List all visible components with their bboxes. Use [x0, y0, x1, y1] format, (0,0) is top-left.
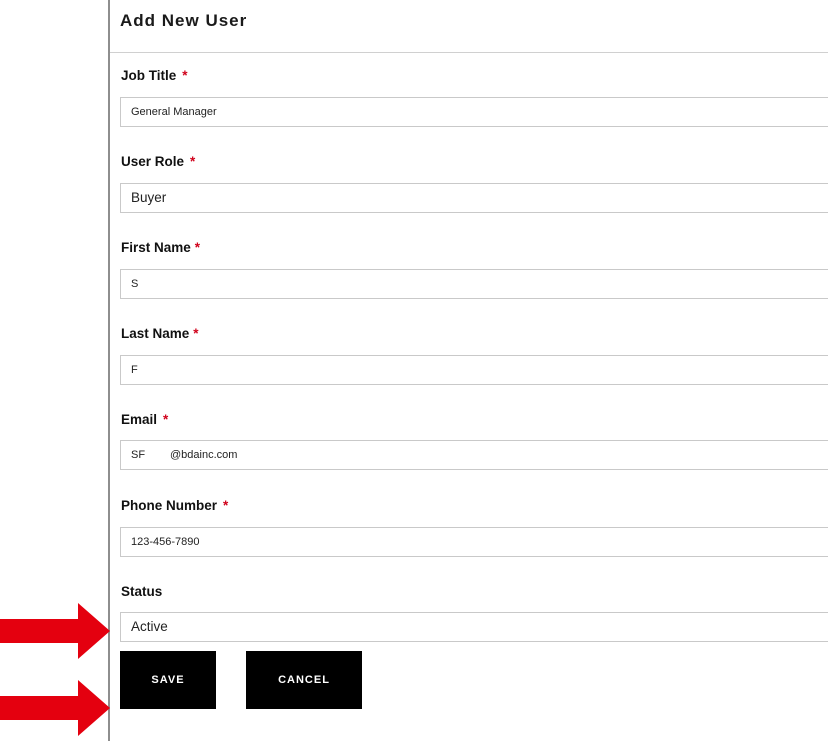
user-role-select[interactable]: Buyer ▾ — [120, 183, 828, 213]
phone-label: Phone Number * — [121, 498, 228, 513]
last-name-input[interactable]: F — [120, 355, 828, 385]
first-name-input[interactable]: S — [120, 269, 828, 299]
required-marker: * — [223, 498, 229, 513]
status-label: Status — [121, 584, 162, 599]
status-value: Active — [131, 619, 168, 634]
phone-input[interactable]: 123-456-7890 — [120, 527, 828, 557]
phone-value: 123-456-7890 — [131, 536, 200, 548]
job-title-label: Job Title * — [121, 68, 188, 83]
first-name-value: S — [131, 278, 139, 290]
job-title-value: General Manager — [131, 106, 217, 118]
last-name-value: F — [131, 364, 138, 376]
save-button[interactable]: SAVE — [120, 651, 216, 709]
required-marker: * — [163, 412, 169, 427]
required-marker: * — [182, 68, 188, 83]
email-value-local: SF — [131, 449, 146, 461]
job-title-label-text: Job Title — [121, 68, 177, 83]
add-user-panel: Add New User Job Title * General Manager … — [108, 0, 828, 741]
email-label-text: Email — [121, 412, 158, 427]
email-label: Email * — [121, 412, 168, 427]
first-name-label: First Name * — [121, 240, 200, 255]
last-name-label: Last Name * — [121, 326, 199, 341]
job-title-input[interactable]: General Manager — [120, 97, 828, 127]
required-marker: * — [190, 154, 196, 169]
cancel-button[interactable]: CANCEL — [246, 651, 362, 709]
required-marker: * — [194, 240, 201, 255]
phone-label-text: Phone Number — [121, 498, 218, 513]
title-divider — [110, 52, 828, 53]
red-arrow-icon — [0, 680, 110, 736]
first-name-label-text: First Name — [121, 240, 191, 255]
user-role-value: Buyer — [131, 190, 167, 205]
required-marker: * — [193, 326, 199, 341]
email-value-domain: @bdainc.com — [170, 449, 238, 461]
last-name-label-text: Last Name — [121, 326, 190, 341]
status-label-text: Status — [121, 584, 163, 599]
red-arrow-icon — [0, 603, 110, 659]
email-field[interactable]: SF @bdainc.com — [120, 440, 828, 470]
user-role-label-text: User Role — [121, 154, 185, 169]
status-select[interactable]: Active ▾ — [120, 612, 828, 642]
page-title: Add New User — [120, 11, 248, 30]
user-role-label: User Role * — [121, 154, 195, 169]
